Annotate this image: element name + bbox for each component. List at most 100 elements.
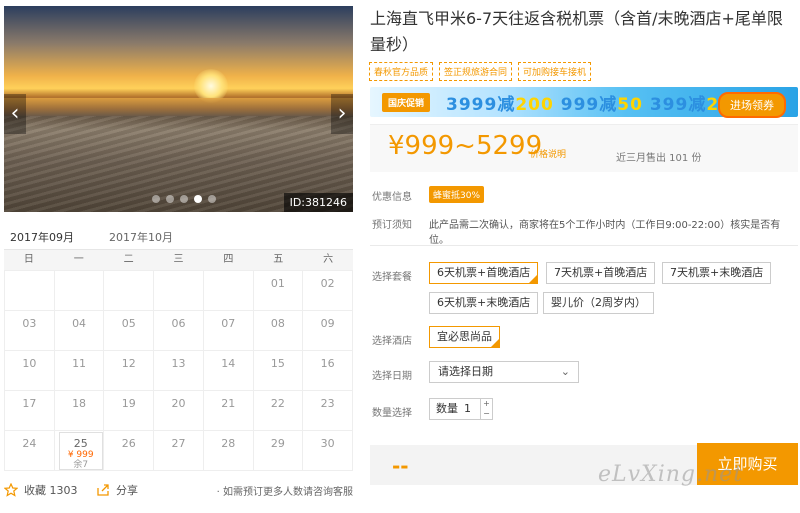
product-id-badge: ID:381246: [283, 193, 353, 212]
date-select[interactable]: 请选择日期 ⌄: [429, 361, 579, 383]
calendar-day: 13: [154, 351, 204, 391]
weekday-label: 日: [23, 254, 34, 265]
hotel-option-selected[interactable]: 宜必思尚品: [429, 326, 500, 348]
share-label: 分享: [116, 484, 138, 497]
calendar-day: [203, 271, 254, 311]
gallery-dot[interactable]: [166, 195, 174, 203]
calendar-weekday-header: 日 一 二 三 四 五 六: [4, 250, 353, 270]
day-number: 25: [73, 437, 88, 450]
product-tag: 可加购接车接机: [518, 62, 592, 81]
price-note-link[interactable]: 价格说明: [530, 147, 566, 160]
promo-label: 国庆促销: [382, 93, 431, 112]
calendar-day: [5, 271, 55, 311]
tab-month-sep[interactable]: 2017年09月: [10, 229, 74, 254]
package-option[interactable]: 6天机票+末晚酒店: [429, 292, 539, 314]
deal-off: 200: [515, 95, 554, 115]
share-icon: [97, 484, 109, 496]
package-label: 选择套餐: [372, 272, 412, 283]
calendar-day: 29: [253, 431, 304, 471]
calendar-day: 18: [54, 391, 105, 431]
package-option-selected[interactable]: 6天机票+首晚酒店: [429, 262, 539, 284]
gallery-dot[interactable]: [180, 195, 188, 203]
calendar-day: 06: [154, 311, 204, 351]
gallery-dot[interactable]: [208, 195, 216, 203]
price-box: ¥999~5299 价格说明 近三月售出 101 份: [370, 124, 798, 172]
product-title: 上海直飞甲米6-7天往返含税机票（含首/末晚酒店+尾单限量秒）: [370, 9, 783, 54]
calendar-day: 10: [5, 351, 55, 391]
divider: [370, 245, 798, 246]
notice-label: 预订须知: [372, 220, 412, 231]
gallery-next-icon[interactable]: ›: [331, 94, 353, 134]
weekday-label: 二: [123, 254, 134, 265]
deal-base: 399减: [649, 95, 707, 115]
bottom-actions: 收藏 1303 分享 · 如需预订更多人数请咨询客服: [4, 482, 353, 498]
calendar-day: 11: [54, 351, 105, 391]
weekday-label: 三: [173, 254, 184, 265]
promo-banner[interactable]: 国庆促销 3999减200 999减50 399减20 进场领券: [370, 87, 798, 118]
favorite-button[interactable]: 收藏 1303: [4, 482, 78, 498]
discount-label: 优惠信息: [372, 192, 412, 203]
sea-graphic: [4, 98, 353, 116]
chevron-down-icon: ⌄: [560, 365, 570, 378]
day-stock: 余7: [73, 460, 89, 470]
calendar-day: 01: [253, 271, 304, 311]
calendar-grid: 01 02 03 04 05 06 07 08 09 10 11 12 13 1…: [4, 270, 353, 471]
get-coupon-button[interactable]: 进场领券: [718, 92, 786, 118]
hotel-label: 选择酒店: [372, 336, 412, 347]
deal-off: 50: [617, 95, 643, 115]
package-option[interactable]: 7天机票+首晚酒店: [546, 262, 656, 284]
calendar-day-available[interactable]: 25 ¥ 999 余7: [54, 431, 105, 471]
booking-notice: 此产品需二次确认，商家将在5个工作小时内（工作日9:00-22:00）核实是否有…: [429, 220, 781, 246]
discount-badge: 蜂蜜抵30%: [429, 186, 485, 203]
gallery-dots: [152, 195, 216, 203]
calendar-day: 27: [154, 431, 204, 471]
available-day-box[interactable]: 25 ¥ 999 余7: [58, 432, 103, 470]
qty-value: 1: [464, 402, 471, 415]
calendar-day: 03: [5, 311, 55, 351]
gallery-prev-icon[interactable]: ‹: [4, 94, 26, 134]
favorite-label: 收藏 1303: [24, 484, 78, 497]
promo-deals: 3999减200 999减50 399减20: [446, 90, 732, 115]
image-gallery[interactable]: ‹ › ID:381246: [4, 6, 353, 212]
qty-label: 数量选择: [372, 408, 412, 419]
qty-minus-icon[interactable]: −: [481, 409, 492, 419]
date-placeholder: 请选择日期: [438, 365, 493, 378]
deal-base: 3999减: [446, 95, 516, 115]
package-option[interactable]: 婴儿价（2周岁内）: [543, 292, 654, 314]
gallery-dot-active[interactable]: [194, 195, 202, 203]
calendar-day: 05: [104, 311, 155, 351]
calendar-day: 16: [303, 351, 353, 391]
watermark: eLvXing.net: [598, 462, 744, 487]
calendar-day: [104, 271, 155, 311]
total-price-placeholder: --: [392, 454, 409, 478]
calendar-day: 28: [203, 431, 254, 471]
package-option[interactable]: 7天机票+末晚酒店: [662, 262, 772, 284]
weekday-label: 五: [273, 254, 284, 265]
calendar-day: 21: [203, 391, 254, 431]
qty-steps[interactable]: + −: [480, 399, 492, 419]
star-icon: [4, 483, 18, 497]
qty-text: 数量: [436, 402, 458, 415]
calendar-day: 22: [253, 391, 304, 431]
share-button[interactable]: 分享: [96, 482, 138, 498]
quantity-stepper[interactable]: 数量 1 + −: [429, 398, 493, 420]
calendar: 日 一 二 三 四 五 六 01 02 03 04 05 06 07 08 09…: [4, 250, 353, 475]
calendar-day: 14: [203, 351, 254, 391]
sold-count: 近三月售出 101 份: [616, 153, 702, 164]
calendar-day: 17: [5, 391, 55, 431]
gallery-dot[interactable]: [152, 195, 160, 203]
date-label: 选择日期: [372, 371, 412, 382]
calendar-day: 23: [303, 391, 353, 431]
calendar-day: 08: [253, 311, 304, 351]
weekday-label: 四: [223, 254, 234, 265]
month-tabs: 2017年09月 2017年10月: [4, 224, 353, 254]
calendar-day: 15: [253, 351, 304, 391]
calendar-day: 30: [303, 431, 353, 471]
calendar-day: 04: [54, 311, 105, 351]
calendar-day: 09: [303, 311, 353, 351]
tab-month-oct[interactable]: 2017年10月: [109, 229, 173, 245]
calendar-day: 26: [104, 431, 155, 471]
deal-base: 999减: [560, 95, 618, 115]
qty-plus-icon[interactable]: +: [481, 399, 492, 409]
calendar-day: 07: [203, 311, 254, 351]
